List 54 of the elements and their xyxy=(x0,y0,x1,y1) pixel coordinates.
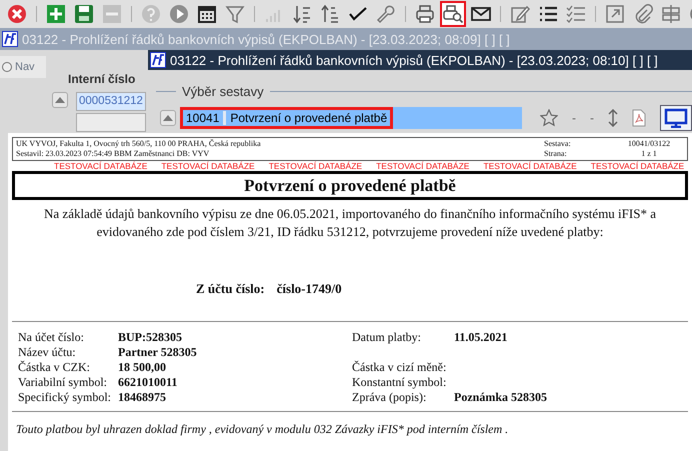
scroll-up-button[interactable] xyxy=(160,110,176,126)
dash-text: - xyxy=(572,111,576,125)
window-title: 03122 - Prohlížení řádků bankovních výpisů (EKPOLBAN) - [23.03.2023; 08:10] [ ] [ ] xyxy=(170,52,658,68)
compiled-text: Sestavil: 23.03.2023 07:54:49 BBM Zaměstnanci DB: VYV xyxy=(16,149,210,159)
field-value: BUP:528305 xyxy=(118,330,182,344)
field-label: Zpráva (popis): xyxy=(352,390,426,404)
app-logo-icon xyxy=(2,31,18,47)
field-label: Částka v cizí měně: xyxy=(352,360,446,374)
test-database-text: TESTOVACÍ DATABÁZE xyxy=(268,161,362,171)
note-text: Touto platbou byl uhrazen doklad firmy , evidovaný v modulu 032 Závazky iFIS* pod interním číslem . xyxy=(16,422,510,436)
report-title: Potvrzení o provedené platbě xyxy=(12,171,688,200)
nav-tab[interactable]: Nav xyxy=(0,56,46,78)
test-database-text: TESTOVACÍ DATABÁZE xyxy=(590,161,684,171)
caret-up-icon xyxy=(163,115,173,121)
monitor-button[interactable] xyxy=(660,105,692,131)
input-field[interactable] xyxy=(76,113,146,132)
test-database-text: TESTOVACÍ DATABÁZE xyxy=(483,161,577,171)
window-title: 03122 - Prohlížení řádků bankovních výpisů (EKPOLBAN) - [23.03.2023; 08:09] [ ] [ ] xyxy=(22,32,510,46)
field-label: Z účtu číslo: xyxy=(196,281,265,297)
test-database-text: TESTOVACÍ DATABÁZE xyxy=(376,161,470,171)
field-label: Částka v CZK: xyxy=(18,360,90,374)
caret-up-icon xyxy=(55,97,65,103)
meta-value: 10041/03122 xyxy=(626,139,672,149)
organization-text: UK VYVOJ, Fakulta 1, Ovocný trh 560/5, 110 00 PRAHA, Česká republika xyxy=(16,139,261,149)
test-database-text: TESTOVACÍ DATABÁZE xyxy=(54,161,148,171)
group-label: Výběr sestavy xyxy=(182,84,264,99)
input-field[interactable]: 0000531212 xyxy=(76,92,146,111)
meta-value: 1 z 1 xyxy=(640,149,658,159)
field-label: Interní číslo xyxy=(68,72,136,86)
field-value: 6621010011 xyxy=(118,375,178,389)
field-value: Poznámka 528305 xyxy=(454,390,547,404)
field-label: Konstantní symbol: xyxy=(352,375,446,389)
print-preview-icon[interactable] xyxy=(440,1,466,27)
dash-text: - xyxy=(590,111,594,125)
field-label: Specifický symbol: xyxy=(18,390,111,404)
test-database-text: TESTOVACÍ DATABÁZE xyxy=(161,161,255,171)
app-logo-icon xyxy=(150,52,166,68)
pdf-document-icon[interactable] xyxy=(632,109,646,127)
field-value: 11.05.2021 xyxy=(454,330,508,344)
field-value: Partner 528305 xyxy=(118,345,197,359)
report-item[interactable]: 10041 Potvrzení o provedené platbě xyxy=(180,107,394,129)
intro-paragraph: Na základě údajů bankovního výpisu ze dne 06.05.2021, importovaného do finančního informačního systému iFIS* a evidovaného zde pod číslem 3/21, ID řádku 531212, potvrzujeme provedení níže uvedené platby: xyxy=(43,205,657,241)
scroll-up-button[interactable] xyxy=(52,92,68,108)
field-value: 18468975 xyxy=(118,390,166,404)
field-label: Variabilní symbol: xyxy=(18,375,107,389)
field-value: číslo-1749/0 xyxy=(276,281,342,297)
field-label: Název účtu: xyxy=(18,345,76,359)
field-label: Na účet číslo: xyxy=(18,330,84,344)
star-icon[interactable] xyxy=(540,109,558,127)
field-label: Datum platby: xyxy=(352,330,421,344)
meta-label: Sestava: xyxy=(544,139,571,149)
meta-label: Strana: xyxy=(544,149,567,159)
vertical-arrows-icon[interactable] xyxy=(608,109,618,127)
field-value: 18 500,00 xyxy=(118,360,166,374)
